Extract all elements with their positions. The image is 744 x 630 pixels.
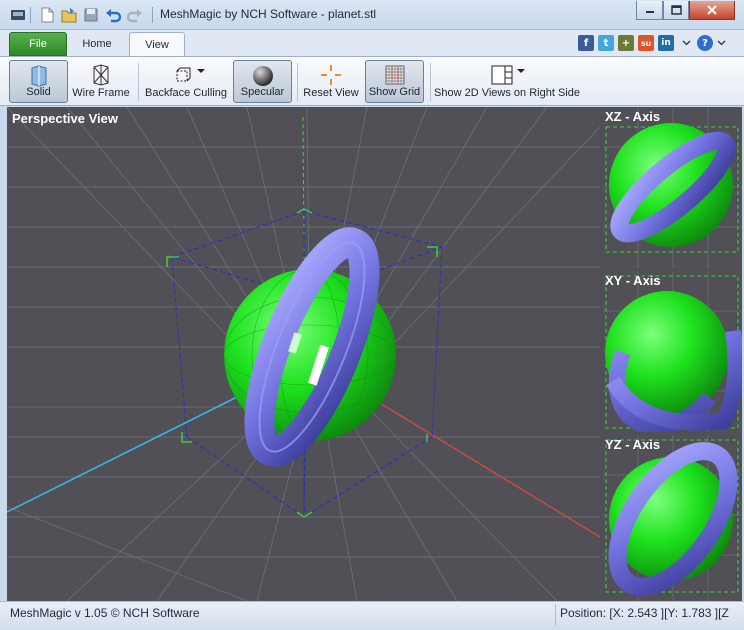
perspective-scene: [7, 107, 600, 601]
reset-view-button[interactable]: Reset View: [301, 60, 361, 103]
ribbon-toolbar: Solid Wire Frame Backface Culling Specul…: [0, 56, 744, 106]
yz-scene: [603, 435, 742, 601]
solid-button[interactable]: Solid: [9, 60, 68, 103]
xy-viewport[interactable]: XY - Axis: [603, 271, 742, 432]
backface-culling-label: Backface Culling: [145, 87, 227, 99]
grid-icon: [385, 65, 404, 85]
tab-file[interactable]: File: [9, 32, 67, 56]
show-2d-views-label: Show 2D Views on Right Side: [434, 87, 580, 99]
chevron-down-icon[interactable]: [197, 69, 205, 73]
perspective-view-label: Perspective View: [12, 111, 118, 126]
show-grid-button[interactable]: Show Grid: [365, 60, 424, 103]
redo-icon[interactable]: [126, 6, 144, 24]
yz-viewport[interactable]: YZ - Axis: [603, 435, 742, 601]
save-icon[interactable]: [82, 6, 100, 24]
toolbar-separator: [430, 63, 431, 101]
chevron-down-icon[interactable]: [717, 40, 726, 46]
toolbar-separator: [297, 63, 298, 101]
new-file-icon[interactable]: [38, 6, 56, 24]
facebook-icon[interactable]: f: [578, 35, 594, 51]
chevron-down-icon[interactable]: [517, 69, 525, 73]
open-file-icon[interactable]: [60, 6, 78, 24]
toolbar-separator: [138, 63, 139, 101]
google-plus-icon[interactable]: +: [618, 35, 634, 51]
title-separator: [152, 7, 153, 23]
status-bar: MeshMagic v 1.05 © NCH Software Position…: [0, 601, 744, 630]
window-title: MeshMagic by NCH Software - planet.stl: [160, 7, 377, 21]
twitter-icon[interactable]: t: [598, 35, 614, 51]
status-position: Position: [X: 2.543 ][Y: 1.783 ][Z: [555, 604, 744, 626]
show-2d-views-button[interactable]: Show 2D Views on Right Side: [434, 60, 580, 103]
solid-cube-icon: [31, 65, 46, 87]
title-separator: [30, 7, 31, 23]
help-icon[interactable]: ?: [697, 35, 713, 51]
title-bar: MeshMagic by NCH Software - planet.stl: [0, 0, 744, 30]
reset-view-label: Reset View: [303, 87, 359, 99]
undo-icon[interactable]: [104, 6, 122, 24]
wireframe-label: Wire Frame: [72, 87, 130, 99]
linkedin-icon[interactable]: in: [658, 35, 674, 51]
ribbon-tabs: File Home View f t + su in ?: [0, 30, 744, 56]
solid-label: Solid: [26, 86, 51, 98]
yz-axis-label: YZ - Axis: [605, 437, 661, 452]
backface-culling-icon: [176, 67, 191, 82]
xy-scene: [603, 271, 742, 432]
minimize-icon: [645, 11, 654, 13]
minimize-button[interactable]: [636, 1, 663, 20]
perspective-viewport[interactable]: Perspective View: [7, 107, 600, 601]
maximize-icon: [670, 5, 682, 15]
chevron-down-icon[interactable]: [682, 40, 691, 46]
tab-view[interactable]: View: [129, 32, 185, 56]
viewport-area: Perspective View XZ - Axis XY - Axis YZ …: [7, 107, 742, 601]
close-icon: [707, 5, 717, 15]
xz-axis-label: XZ - Axis: [605, 109, 661, 124]
tab-home[interactable]: Home: [70, 32, 124, 56]
panel-layout-icon: [491, 65, 513, 85]
close-button[interactable]: [689, 1, 735, 20]
specular-sphere-icon: [252, 66, 273, 86]
maximize-button[interactable]: [663, 1, 689, 20]
stumbleupon-icon[interactable]: su: [638, 35, 654, 51]
show-grid-label: Show Grid: [368, 86, 421, 98]
xy-axis-label: XY - Axis: [605, 273, 661, 288]
status-version: MeshMagic v 1.05 © NCH Software: [10, 606, 200, 620]
crosshair-icon: [321, 65, 341, 85]
specular-label: Specular: [240, 86, 285, 98]
wireframe-button[interactable]: Wire Frame: [70, 60, 132, 103]
xz-scene: [603, 107, 742, 268]
backface-culling-button[interactable]: Backface Culling: [143, 60, 229, 103]
specular-button[interactable]: Specular: [233, 60, 292, 103]
app-menu-icon[interactable]: [9, 6, 27, 24]
wireframe-icon: [93, 64, 109, 86]
xz-viewport[interactable]: XZ - Axis: [603, 107, 742, 268]
